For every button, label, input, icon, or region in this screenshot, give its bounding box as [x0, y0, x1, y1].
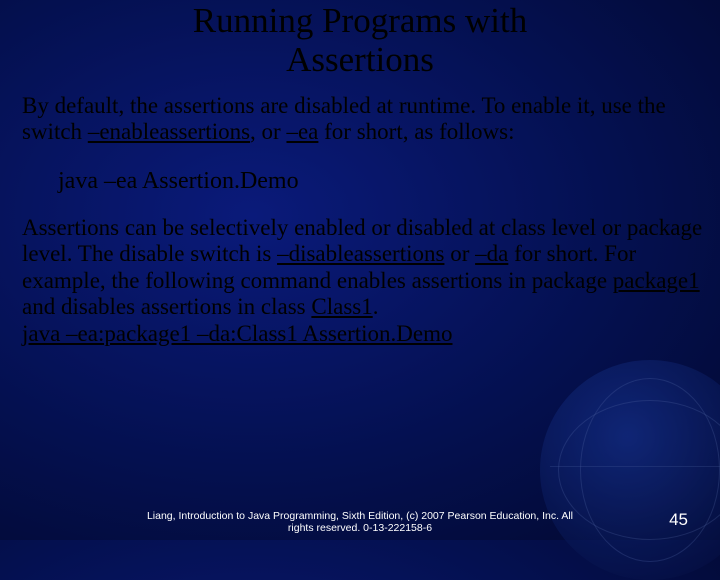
title-line-1: Running Programs with	[193, 1, 527, 40]
page-number: 45	[669, 510, 688, 530]
flag-da: –da	[475, 241, 508, 266]
paragraph-1: By default, the assertions are disabled …	[0, 79, 720, 146]
paragraph-2: Assertions can be selectively enabled or…	[0, 195, 720, 347]
p1-text-c: for short, as follows:	[318, 119, 514, 144]
footer-line-2: rights reserved. 0-13-222158-6	[288, 522, 432, 534]
footer-copyright: Liang, Introduction to Java Programming,…	[0, 510, 720, 534]
globe-decoration	[540, 360, 720, 580]
command-1: java –ea Assertion.Demo	[0, 146, 720, 195]
command-2: java –ea:package1 –da:Class1 Assertion.D…	[22, 321, 453, 346]
slide-title: Running Programs with Assertions	[0, 0, 720, 79]
flag-ea: –ea	[286, 119, 318, 144]
p2-text-b: or	[444, 241, 475, 266]
flag-disableassertions: –disableassertions	[277, 241, 444, 266]
class-name: Class1	[311, 294, 372, 319]
footer-line-1: Liang, Introduction to Java Programming,…	[147, 510, 573, 522]
p1-text-b: , or	[250, 119, 286, 144]
package-name: package1	[613, 268, 700, 293]
p2-text-e: .	[373, 294, 379, 319]
flag-enableassertions: –enableassertions	[88, 119, 250, 144]
cmd1-text: java –ea Assertion.Demo	[58, 168, 299, 194]
title-line-2: Assertions	[286, 40, 434, 79]
p2-text-d: and disables assertions in class	[22, 294, 311, 319]
